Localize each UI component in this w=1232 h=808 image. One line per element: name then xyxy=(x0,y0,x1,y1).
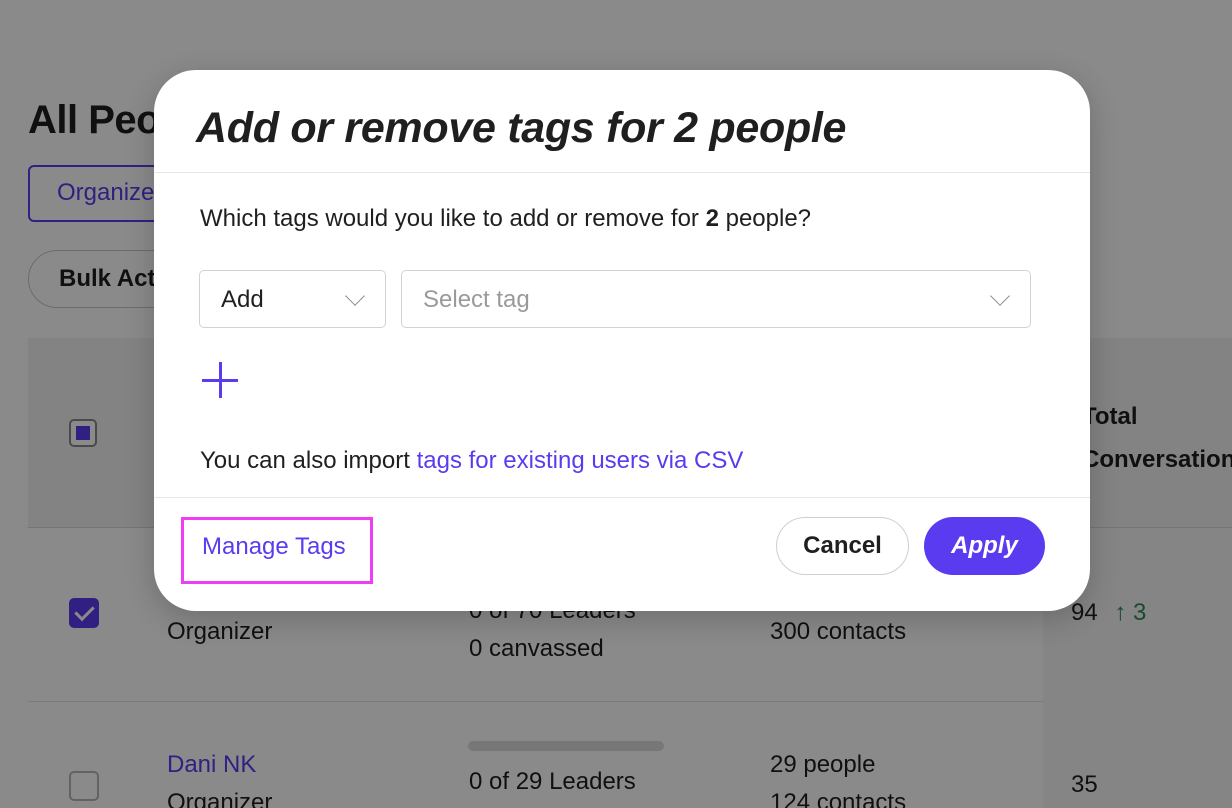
add-row-plus-icon[interactable] xyxy=(202,362,238,398)
tag-select-placeholder: Select tag xyxy=(423,286,530,313)
question-suffix: people? xyxy=(718,205,812,232)
question-prefix: Which tags would you like to add or remo… xyxy=(200,205,706,232)
tag-select[interactable]: Select tag xyxy=(401,270,1031,328)
action-select[interactable]: Add xyxy=(199,270,386,328)
action-select-value: Add xyxy=(221,286,264,313)
modal-title: Add or remove tags for 2 people xyxy=(196,104,847,152)
chevron-down-icon xyxy=(990,286,1010,306)
tags-modal: Add or remove tags for 2 people Which ta… xyxy=(154,70,1090,611)
import-note: You can also import tags for existing us… xyxy=(200,447,743,475)
manage-tags-link[interactable]: Manage Tags xyxy=(181,517,373,584)
apply-button[interactable]: Apply xyxy=(924,517,1045,575)
question-count: 2 xyxy=(705,205,719,232)
import-csv-link[interactable]: tags for existing users via CSV xyxy=(417,447,744,474)
chevron-down-icon xyxy=(345,286,365,306)
header-divider xyxy=(154,172,1090,173)
import-prefix: You can also import xyxy=(200,447,417,474)
footer-divider xyxy=(154,497,1090,498)
modal-question: Which tags would you like to add or remo… xyxy=(200,205,811,233)
cancel-button[interactable]: Cancel xyxy=(776,517,909,575)
